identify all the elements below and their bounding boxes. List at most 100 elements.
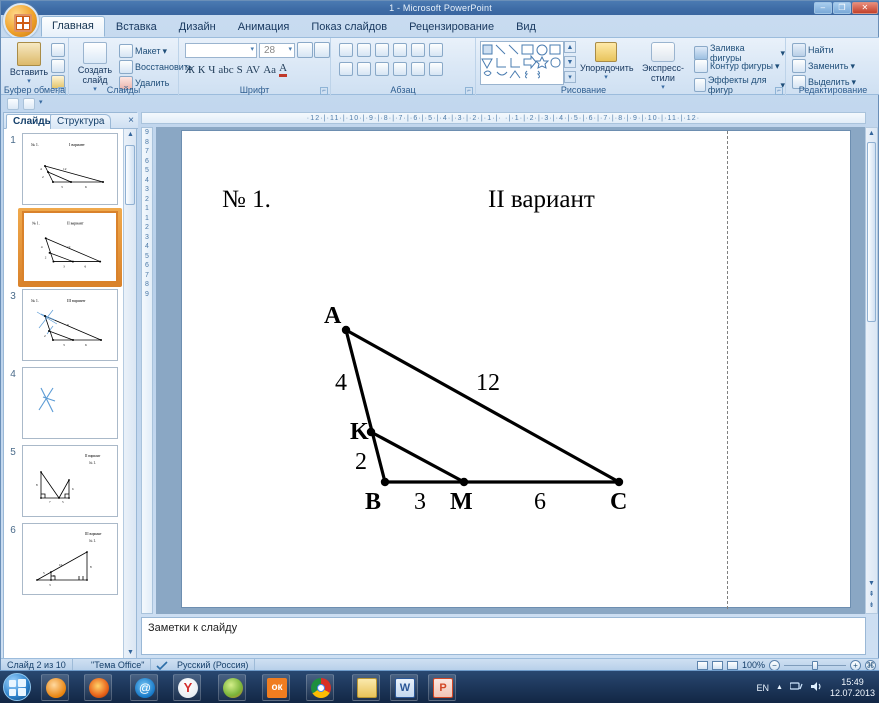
tray-network-icon[interactable]: [789, 681, 803, 694]
pane-scroll-down-icon[interactable]: ▼: [126, 648, 135, 657]
line-spacing-icon[interactable]: [411, 43, 425, 57]
pane-scroll-up-icon[interactable]: ▲: [126, 130, 135, 139]
shapes-gallery[interactable]: [480, 41, 564, 85]
font-size-input[interactable]: ▾ 28: [259, 43, 295, 58]
spellcheck-icon[interactable]: [156, 661, 168, 671]
align-center-icon[interactable]: [357, 62, 371, 76]
columns-icon[interactable]: [411, 62, 425, 76]
tab-insert[interactable]: Вставка: [105, 17, 168, 37]
tab-review[interactable]: Рецензирование: [398, 17, 505, 37]
align-justify-icon[interactable]: [393, 62, 407, 76]
taskbar-explorer-folder-icon[interactable]: [352, 674, 380, 701]
tray-language[interactable]: EN: [757, 683, 770, 693]
font-color-button[interactable]: A: [279, 62, 288, 77]
clipboard-dialog-launcher[interactable]: ⌐: [58, 87, 66, 95]
geometry-diagram[interactable]: A K B M C 4 12 2 3 6: [182, 131, 852, 609]
taskbar-mail-at-icon[interactable]: @: [130, 674, 158, 701]
taskbar-odnoklassniki-icon[interactable]: ок: [262, 674, 290, 701]
bold-button[interactable]: Ж: [185, 64, 195, 76]
paragraph-dialog-launcher[interactable]: ⌐: [465, 87, 473, 95]
find-button[interactable]: Найти: [792, 43, 834, 57]
office-button[interactable]: [3, 3, 39, 39]
thumbnail-slide-6[interactable]: 6 III вариант № 1. 10 5 7 3 8: [4, 523, 120, 597]
increase-font-size-icon[interactable]: [297, 42, 313, 58]
tab-design[interactable]: Дизайн: [168, 17, 227, 37]
thumbnail-slide-3[interactable]: 3 № 1. III вариант 9 2 3 6: [4, 289, 120, 363]
start-button[interactable]: [3, 673, 31, 701]
increase-indent-icon[interactable]: [393, 43, 407, 57]
thumbnail-slide-5[interactable]: 5 II вариант № 1. 8 7 5 6: [4, 445, 120, 519]
scroll-up-icon[interactable]: ▲: [867, 129, 876, 139]
pane-scroll-thumb[interactable]: [125, 145, 135, 205]
slideshow-view-icon[interactable]: [726, 661, 738, 670]
replace-button[interactable]: Заменить ▾: [792, 59, 855, 73]
arrange-button[interactable]: Упорядочить ▾: [580, 42, 634, 83]
align-right-icon[interactable]: [375, 62, 389, 76]
previous-slide-icon[interactable]: ⇞: [867, 590, 876, 600]
qat-more-icon[interactable]: ▾: [39, 98, 46, 110]
layout-button[interactable]: Макет ▾: [119, 44, 167, 58]
strikethrough-button[interactable]: abc: [218, 64, 233, 76]
align-left-icon[interactable]: [339, 62, 353, 76]
gallery-scroll-down-icon[interactable]: ▼: [564, 56, 576, 68]
notes-pane[interactable]: Заметки к слайду: [141, 617, 866, 655]
drawing-dialog-launcher[interactable]: ⌐: [775, 87, 783, 95]
close-button[interactable]: ✕: [852, 2, 878, 14]
undo-qat-icon[interactable]: [23, 98, 35, 110]
close-pane-icon[interactable]: ×: [128, 115, 134, 126]
font-name-input[interactable]: ▾: [185, 43, 257, 58]
taskbar-media-player-icon[interactable]: [41, 674, 69, 701]
thumbnail-slide-2[interactable]: 2 № 1. II вариант 4 12 2 3 6: [4, 208, 122, 287]
thumbnail-slide-4[interactable]: 4: [4, 367, 120, 441]
taskbar-opera-icon[interactable]: [218, 674, 246, 701]
numbering-icon[interactable]: [357, 43, 371, 57]
thumbnail-slide-1[interactable]: 1 № 1. I вариант 4 12 2 3 6: [4, 133, 120, 207]
pane-tab-outline[interactable]: Структура: [50, 114, 112, 129]
font-dialog-launcher[interactable]: ⌐: [320, 87, 328, 95]
shape-effects-button[interactable]: Эффекты для фигур ▾: [694, 75, 785, 95]
shapes-gallery-scroll[interactable]: ▲ ▼ ▾: [564, 41, 578, 85]
tab-animation[interactable]: Анимация: [227, 17, 301, 37]
horizontal-ruler[interactable]: ·12·|·11·|·10·|·9·|·8·|·7·|·6·|·5·|·4·|·…: [141, 112, 866, 124]
scroll-thumb[interactable]: [867, 142, 876, 322]
italic-button[interactable]: К: [198, 64, 205, 76]
save-qat-icon[interactable]: [7, 98, 19, 110]
convert-smartart-icon[interactable]: [429, 62, 443, 76]
slide-sorter-icon[interactable]: [711, 661, 723, 670]
character-spacing-button[interactable]: AV: [246, 64, 260, 76]
tray-show-hidden-icon[interactable]: ▲: [776, 684, 783, 691]
copy-icon[interactable]: [51, 59, 65, 73]
tab-view[interactable]: Вид: [505, 17, 547, 37]
tray-volume-icon[interactable]: [810, 681, 823, 694]
paste-button[interactable]: Вставить ▾: [7, 42, 51, 87]
bullets-icon[interactable]: [339, 43, 353, 57]
scroll-down-icon[interactable]: ▼: [867, 579, 876, 589]
main-vertical-scrollbar[interactable]: ▲ ▼ ⇞ ⇟: [865, 127, 878, 614]
tray-clock[interactable]: 15:49 12.07.2013: [830, 677, 875, 699]
shape-outline-button[interactable]: Контур фигуры ▾: [694, 59, 779, 73]
decrease-font-size-icon[interactable]: [314, 42, 330, 58]
shadow-button[interactable]: S: [237, 64, 243, 76]
normal-view-icon[interactable]: [696, 661, 708, 670]
slide-pane-scrollbar[interactable]: ▲ ▼: [123, 129, 136, 658]
next-slide-icon[interactable]: ⇟: [867, 601, 876, 611]
cut-icon[interactable]: [51, 43, 65, 57]
tab-slideshow[interactable]: Показ слайдов: [300, 17, 398, 37]
taskbar-chrome-icon[interactable]: [306, 674, 334, 701]
text-direction-icon[interactable]: [429, 43, 443, 57]
zoom-slider-thumb[interactable]: [812, 661, 818, 670]
taskbar-powerpoint-icon[interactable]: P: [428, 674, 456, 701]
zoom-slider[interactable]: [784, 661, 846, 670]
vertical-ruler[interactable]: 9 8 7 6 5 4 3 2 1 1 2 3 4 5 6 7 8 9: [141, 127, 153, 614]
taskbar-firefox-icon[interactable]: [84, 674, 112, 701]
minimize-button[interactable]: –: [814, 2, 832, 14]
decrease-indent-icon[interactable]: [375, 43, 389, 57]
slide-canvas[interactable]: № 1. II вариант A K B M C 4 12 2 3 6: [181, 130, 852, 609]
gallery-scroll-up-icon[interactable]: ▲: [564, 41, 576, 53]
change-case-button[interactable]: Aa: [263, 64, 276, 76]
maximize-button[interactable]: ❐: [833, 2, 851, 14]
tab-home[interactable]: Главная: [41, 16, 105, 37]
taskbar-yandex-icon[interactable]: Y: [173, 674, 201, 701]
taskbar-word-icon[interactable]: W: [390, 674, 418, 701]
underline-button[interactable]: Ч: [208, 64, 215, 76]
